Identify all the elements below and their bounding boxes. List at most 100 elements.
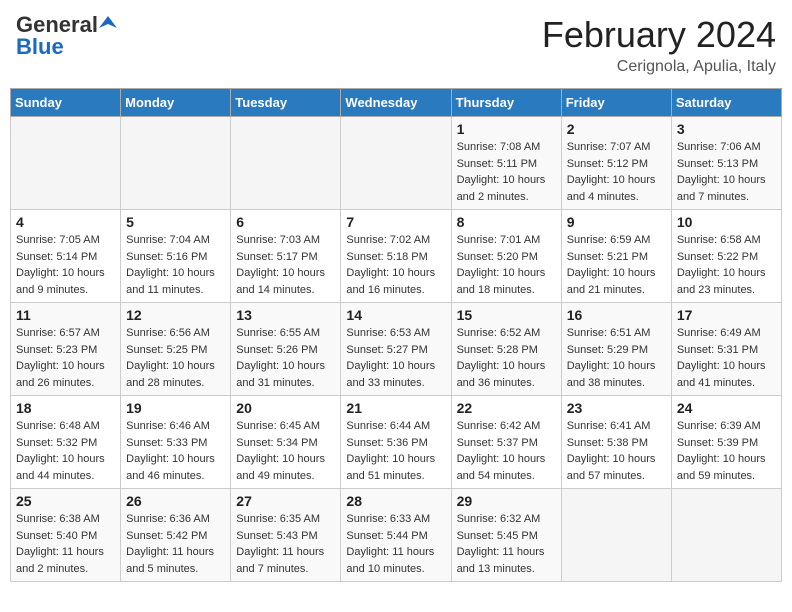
calendar-cell: 18Sunrise: 6:48 AM Sunset: 5:32 PM Dayli… <box>11 396 121 489</box>
calendar-cell: 25Sunrise: 6:38 AM Sunset: 5:40 PM Dayli… <box>11 489 121 582</box>
calendar-cell: 10 Sunrise: 6:58 AM Sunset: 5:22 PM Dayli… <box>671 210 781 303</box>
day-detail: Sunrise: 7:07 AM Sunset: 5:12 PM Dayligh… <box>567 139 666 205</box>
day-detail: Sunrise: 6:59 AM Sunset: 5:21 PM Dayligh… <box>567 232 666 298</box>
day-detail: Sunrise: 6:39 AM Sunset: 5:39 PM Dayligh… <box>677 418 776 484</box>
day-detail: Sunrise: 7:02 AM Sunset: 5:18 PM Dayligh… <box>346 232 445 298</box>
calendar-cell: 29Sunrise: 6:32 AM Sunset: 5:45 PM Dayli… <box>451 489 561 582</box>
day-number: 13 <box>236 307 335 323</box>
calendar-cell: 8 Sunrise: 7:01 AM Sunset: 5:20 PM Daylig… <box>451 210 561 303</box>
calendar-cell: 1 Sunrise: 7:08 AM Sunset: 5:11 PM Daylig… <box>451 117 561 210</box>
day-detail: Sunrise: 6:41 AM Sunset: 5:38 PM Dayligh… <box>567 418 666 484</box>
column-header-friday: Friday <box>561 89 671 117</box>
calendar-cell: 3 Sunrise: 7:06 AM Sunset: 5:13 PM Daylig… <box>671 117 781 210</box>
day-number: 14 <box>346 307 445 323</box>
calendar-cell: 6 Sunrise: 7:03 AM Sunset: 5:17 PM Daylig… <box>231 210 341 303</box>
day-detail: Sunrise: 7:03 AM Sunset: 5:17 PM Dayligh… <box>236 232 335 298</box>
month-title: February 2024 <box>542 14 776 56</box>
calendar-cell: 24 Sunrise: 6:39 AM Sunset: 5:39 PM Dayli… <box>671 396 781 489</box>
week-row-4: 18Sunrise: 6:48 AM Sunset: 5:32 PM Dayli… <box>11 396 782 489</box>
calendar-cell: 19 Sunrise: 6:46 AM Sunset: 5:33 PM Dayli… <box>121 396 231 489</box>
calendar-cell <box>231 117 341 210</box>
day-detail: Sunrise: 6:55 AM Sunset: 5:26 PM Dayligh… <box>236 325 335 391</box>
day-number: 20 <box>236 400 335 416</box>
day-detail: Sunrise: 7:08 AM Sunset: 5:11 PM Dayligh… <box>457 139 556 205</box>
calendar-cell <box>121 117 231 210</box>
day-detail: Sunrise: 6:56 AM Sunset: 5:25 PM Dayligh… <box>126 325 225 391</box>
calendar-cell: 14Sunrise: 6:53 AM Sunset: 5:27 PM Dayli… <box>341 303 451 396</box>
week-row-1: 1 Sunrise: 7:08 AM Sunset: 5:11 PM Daylig… <box>11 117 782 210</box>
day-detail: Sunrise: 6:35 AM Sunset: 5:43 PM Dayligh… <box>236 511 335 577</box>
day-number: 12 <box>126 307 225 323</box>
calendar-cell: 27 Sunrise: 6:35 AM Sunset: 5:43 PM Dayli… <box>231 489 341 582</box>
day-number: 8 <box>457 214 556 230</box>
calendar-cell: 9 Sunrise: 6:59 AM Sunset: 5:21 PM Daylig… <box>561 210 671 303</box>
day-detail: Sunrise: 7:01 AM Sunset: 5:20 PM Dayligh… <box>457 232 556 298</box>
calendar-cell: 7 Sunrise: 7:02 AM Sunset: 5:18 PM Daylig… <box>341 210 451 303</box>
calendar-table: SundayMondayTuesdayWednesdayThursdayFrid… <box>10 88 782 582</box>
day-number: 2 <box>567 121 666 137</box>
calendar-cell: 28Sunrise: 6:33 AM Sunset: 5:44 PM Dayli… <box>341 489 451 582</box>
day-detail: Sunrise: 6:33 AM Sunset: 5:44 PM Dayligh… <box>346 511 445 577</box>
day-detail: Sunrise: 6:44 AM Sunset: 5:36 PM Dayligh… <box>346 418 445 484</box>
day-number: 21 <box>346 400 445 416</box>
day-number: 11 <box>16 307 115 323</box>
day-number: 23 <box>567 400 666 416</box>
column-header-tuesday: Tuesday <box>231 89 341 117</box>
calendar-cell: 23 Sunrise: 6:41 AM Sunset: 5:38 PM Dayli… <box>561 396 671 489</box>
calendar-cell: 16Sunrise: 6:51 AM Sunset: 5:29 PM Dayli… <box>561 303 671 396</box>
calendar-cell: 13 Sunrise: 6:55 AM Sunset: 5:26 PM Dayli… <box>231 303 341 396</box>
column-header-thursday: Thursday <box>451 89 561 117</box>
day-number: 19 <box>126 400 225 416</box>
day-number: 26 <box>126 493 225 509</box>
column-header-sunday: Sunday <box>11 89 121 117</box>
day-detail: Sunrise: 6:46 AM Sunset: 5:33 PM Dayligh… <box>126 418 225 484</box>
day-number: 16 <box>567 307 666 323</box>
calendar-cell: 15 Sunrise: 6:52 AM Sunset: 5:28 PM Dayli… <box>451 303 561 396</box>
day-number: 10 <box>677 214 776 230</box>
page-header: General Blue February 2024 Cerignola, Ap… <box>10 10 782 80</box>
week-row-5: 25Sunrise: 6:38 AM Sunset: 5:40 PM Dayli… <box>11 489 782 582</box>
day-number: 4 <box>16 214 115 230</box>
day-number: 7 <box>346 214 445 230</box>
day-detail: Sunrise: 7:05 AM Sunset: 5:14 PM Dayligh… <box>16 232 115 298</box>
day-detail: Sunrise: 7:06 AM Sunset: 5:13 PM Dayligh… <box>677 139 776 205</box>
week-row-2: 4 Sunrise: 7:05 AM Sunset: 5:14 PM Daylig… <box>11 210 782 303</box>
calendar-cell: 11 Sunrise: 6:57 AM Sunset: 5:23 PM Dayli… <box>11 303 121 396</box>
day-detail: Sunrise: 6:32 AM Sunset: 5:45 PM Dayligh… <box>457 511 556 577</box>
logo: General Blue <box>16 14 117 58</box>
column-header-wednesday: Wednesday <box>341 89 451 117</box>
day-detail: Sunrise: 6:57 AM Sunset: 5:23 PM Dayligh… <box>16 325 115 391</box>
calendar-cell: 5Sunrise: 7:04 AM Sunset: 5:16 PM Daylig… <box>121 210 231 303</box>
day-number: 18 <box>16 400 115 416</box>
day-number: 9 <box>567 214 666 230</box>
calendar-cell: 21 Sunrise: 6:44 AM Sunset: 5:36 PM Dayli… <box>341 396 451 489</box>
calendar-cell: 17 Sunrise: 6:49 AM Sunset: 5:31 PM Dayli… <box>671 303 781 396</box>
day-detail: Sunrise: 7:04 AM Sunset: 5:16 PM Dayligh… <box>126 232 225 298</box>
calendar-cell <box>561 489 671 582</box>
calendar-cell: 26Sunrise: 6:36 AM Sunset: 5:42 PM Dayli… <box>121 489 231 582</box>
column-header-saturday: Saturday <box>671 89 781 117</box>
column-header-monday: Monday <box>121 89 231 117</box>
day-number: 15 <box>457 307 556 323</box>
day-detail: Sunrise: 6:45 AM Sunset: 5:34 PM Dayligh… <box>236 418 335 484</box>
title-area: February 2024 Cerignola, Apulia, Italy <box>542 14 776 76</box>
day-number: 1 <box>457 121 556 137</box>
day-number: 6 <box>236 214 335 230</box>
day-detail: Sunrise: 6:58 AM Sunset: 5:22 PM Dayligh… <box>677 232 776 298</box>
calendar-cell: 4 Sunrise: 7:05 AM Sunset: 5:14 PM Daylig… <box>11 210 121 303</box>
day-detail: Sunrise: 6:52 AM Sunset: 5:28 PM Dayligh… <box>457 325 556 391</box>
day-number: 27 <box>236 493 335 509</box>
calendar-cell: 20 Sunrise: 6:45 AM Sunset: 5:34 PM Dayli… <box>231 396 341 489</box>
calendar-cell <box>341 117 451 210</box>
day-number: 3 <box>677 121 776 137</box>
day-number: 24 <box>677 400 776 416</box>
day-detail: Sunrise: 6:42 AM Sunset: 5:37 PM Dayligh… <box>457 418 556 484</box>
logo-general-text: General <box>16 14 98 36</box>
day-number: 17 <box>677 307 776 323</box>
day-detail: Sunrise: 6:49 AM Sunset: 5:31 PM Dayligh… <box>677 325 776 391</box>
calendar-cell <box>671 489 781 582</box>
calendar-cell: 22Sunrise: 6:42 AM Sunset: 5:37 PM Dayli… <box>451 396 561 489</box>
calendar-cell: 2 Sunrise: 7:07 AM Sunset: 5:12 PM Daylig… <box>561 117 671 210</box>
location-subtitle: Cerignola, Apulia, Italy <box>542 58 776 76</box>
calendar-cell: 12 Sunrise: 6:56 AM Sunset: 5:25 PM Dayli… <box>121 303 231 396</box>
